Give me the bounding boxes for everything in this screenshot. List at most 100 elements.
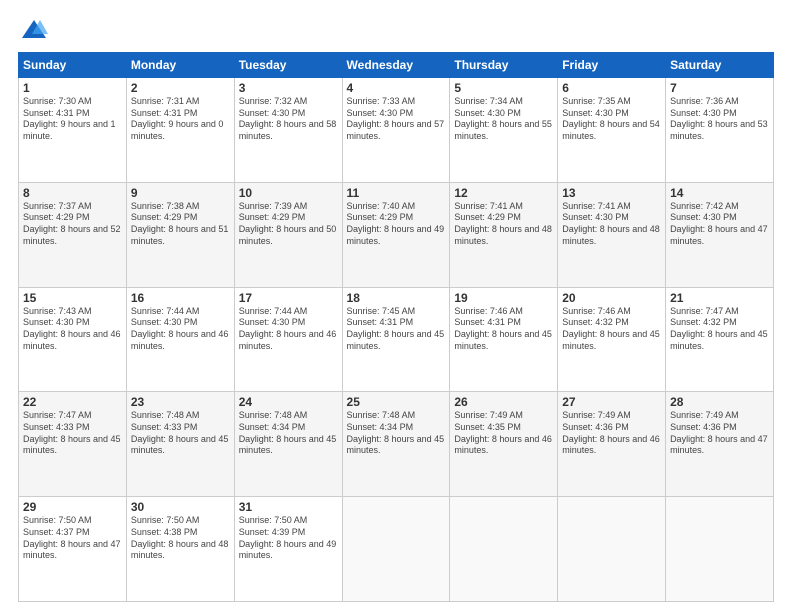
day-cell-23: 23 Sunrise: 7:48 AM Sunset: 4:33 PM Dayl… bbox=[126, 392, 234, 497]
empty-cell bbox=[342, 497, 450, 602]
weekday-header-row: SundayMondayTuesdayWednesdayThursdayFrid… bbox=[19, 53, 774, 78]
day-number: 2 bbox=[131, 81, 230, 95]
day-info: Sunrise: 7:34 AM Sunset: 4:30 PM Dayligh… bbox=[454, 96, 553, 143]
week-row-1: 1 Sunrise: 7:30 AM Sunset: 4:31 PM Dayli… bbox=[19, 78, 774, 183]
day-number: 12 bbox=[454, 186, 553, 200]
day-info: Sunrise: 7:47 AM Sunset: 4:33 PM Dayligh… bbox=[23, 410, 122, 457]
day-cell-3: 3 Sunrise: 7:32 AM Sunset: 4:30 PM Dayli… bbox=[234, 78, 342, 183]
weekday-thursday: Thursday bbox=[450, 53, 558, 78]
day-number: 31 bbox=[239, 500, 338, 514]
empty-cell bbox=[450, 497, 558, 602]
weekday-tuesday: Tuesday bbox=[234, 53, 342, 78]
day-info: Sunrise: 7:35 AM Sunset: 4:30 PM Dayligh… bbox=[562, 96, 661, 143]
day-cell-7: 7 Sunrise: 7:36 AM Sunset: 4:30 PM Dayli… bbox=[666, 78, 774, 183]
day-info: Sunrise: 7:36 AM Sunset: 4:30 PM Dayligh… bbox=[670, 96, 769, 143]
day-info: Sunrise: 7:32 AM Sunset: 4:30 PM Dayligh… bbox=[239, 96, 338, 143]
day-number: 9 bbox=[131, 186, 230, 200]
day-info: Sunrise: 7:49 AM Sunset: 4:36 PM Dayligh… bbox=[670, 410, 769, 457]
logo-icon bbox=[20, 16, 48, 44]
day-cell-25: 25 Sunrise: 7:48 AM Sunset: 4:34 PM Dayl… bbox=[342, 392, 450, 497]
calendar-table: SundayMondayTuesdayWednesdayThursdayFrid… bbox=[18, 52, 774, 602]
day-info: Sunrise: 7:33 AM Sunset: 4:30 PM Dayligh… bbox=[347, 96, 446, 143]
day-cell-16: 16 Sunrise: 7:44 AM Sunset: 4:30 PM Dayl… bbox=[126, 287, 234, 392]
day-number: 8 bbox=[23, 186, 122, 200]
day-info: Sunrise: 7:49 AM Sunset: 4:36 PM Dayligh… bbox=[562, 410, 661, 457]
day-number: 20 bbox=[562, 291, 661, 305]
day-info: Sunrise: 7:38 AM Sunset: 4:29 PM Dayligh… bbox=[131, 201, 230, 248]
day-number: 14 bbox=[670, 186, 769, 200]
day-number: 4 bbox=[347, 81, 446, 95]
day-cell-27: 27 Sunrise: 7:49 AM Sunset: 4:36 PM Dayl… bbox=[558, 392, 666, 497]
day-info: Sunrise: 7:44 AM Sunset: 4:30 PM Dayligh… bbox=[131, 306, 230, 353]
day-number: 10 bbox=[239, 186, 338, 200]
weekday-friday: Friday bbox=[558, 53, 666, 78]
day-cell-15: 15 Sunrise: 7:43 AM Sunset: 4:30 PM Dayl… bbox=[19, 287, 127, 392]
day-number: 23 bbox=[131, 395, 230, 409]
day-info: Sunrise: 7:50 AM Sunset: 4:37 PM Dayligh… bbox=[23, 515, 122, 562]
day-number: 17 bbox=[239, 291, 338, 305]
day-info: Sunrise: 7:43 AM Sunset: 4:30 PM Dayligh… bbox=[23, 306, 122, 353]
day-cell-29: 29 Sunrise: 7:50 AM Sunset: 4:37 PM Dayl… bbox=[19, 497, 127, 602]
day-info: Sunrise: 7:42 AM Sunset: 4:30 PM Dayligh… bbox=[670, 201, 769, 248]
day-info: Sunrise: 7:46 AM Sunset: 4:32 PM Dayligh… bbox=[562, 306, 661, 353]
day-cell-22: 22 Sunrise: 7:47 AM Sunset: 4:33 PM Dayl… bbox=[19, 392, 127, 497]
day-number: 15 bbox=[23, 291, 122, 305]
day-info: Sunrise: 7:31 AM Sunset: 4:31 PM Dayligh… bbox=[131, 96, 230, 143]
logo-area bbox=[18, 16, 48, 44]
day-cell-13: 13 Sunrise: 7:41 AM Sunset: 4:30 PM Dayl… bbox=[558, 182, 666, 287]
day-cell-31: 31 Sunrise: 7:50 AM Sunset: 4:39 PM Dayl… bbox=[234, 497, 342, 602]
day-number: 11 bbox=[347, 186, 446, 200]
day-number: 29 bbox=[23, 500, 122, 514]
day-info: Sunrise: 7:39 AM Sunset: 4:29 PM Dayligh… bbox=[239, 201, 338, 248]
day-number: 16 bbox=[131, 291, 230, 305]
day-number: 3 bbox=[239, 81, 338, 95]
day-info: Sunrise: 7:40 AM Sunset: 4:29 PM Dayligh… bbox=[347, 201, 446, 248]
day-cell-6: 6 Sunrise: 7:35 AM Sunset: 4:30 PM Dayli… bbox=[558, 78, 666, 183]
day-cell-14: 14 Sunrise: 7:42 AM Sunset: 4:30 PM Dayl… bbox=[666, 182, 774, 287]
day-number: 30 bbox=[131, 500, 230, 514]
day-cell-2: 2 Sunrise: 7:31 AM Sunset: 4:31 PM Dayli… bbox=[126, 78, 234, 183]
day-info: Sunrise: 7:46 AM Sunset: 4:31 PM Dayligh… bbox=[454, 306, 553, 353]
day-info: Sunrise: 7:50 AM Sunset: 4:38 PM Dayligh… bbox=[131, 515, 230, 562]
day-cell-8: 8 Sunrise: 7:37 AM Sunset: 4:29 PM Dayli… bbox=[19, 182, 127, 287]
day-cell-26: 26 Sunrise: 7:49 AM Sunset: 4:35 PM Dayl… bbox=[450, 392, 558, 497]
day-cell-4: 4 Sunrise: 7:33 AM Sunset: 4:30 PM Dayli… bbox=[342, 78, 450, 183]
day-cell-20: 20 Sunrise: 7:46 AM Sunset: 4:32 PM Dayl… bbox=[558, 287, 666, 392]
week-row-3: 15 Sunrise: 7:43 AM Sunset: 4:30 PM Dayl… bbox=[19, 287, 774, 392]
day-number: 7 bbox=[670, 81, 769, 95]
day-number: 22 bbox=[23, 395, 122, 409]
day-cell-10: 10 Sunrise: 7:39 AM Sunset: 4:29 PM Dayl… bbox=[234, 182, 342, 287]
empty-cell bbox=[666, 497, 774, 602]
day-info: Sunrise: 7:41 AM Sunset: 4:30 PM Dayligh… bbox=[562, 201, 661, 248]
weekday-saturday: Saturday bbox=[666, 53, 774, 78]
week-row-5: 29 Sunrise: 7:50 AM Sunset: 4:37 PM Dayl… bbox=[19, 497, 774, 602]
weekday-sunday: Sunday bbox=[19, 53, 127, 78]
day-cell-18: 18 Sunrise: 7:45 AM Sunset: 4:31 PM Dayl… bbox=[342, 287, 450, 392]
day-info: Sunrise: 7:30 AM Sunset: 4:31 PM Dayligh… bbox=[23, 96, 122, 143]
day-number: 13 bbox=[562, 186, 661, 200]
week-row-2: 8 Sunrise: 7:37 AM Sunset: 4:29 PM Dayli… bbox=[19, 182, 774, 287]
day-number: 18 bbox=[347, 291, 446, 305]
day-cell-9: 9 Sunrise: 7:38 AM Sunset: 4:29 PM Dayli… bbox=[126, 182, 234, 287]
page: SundayMondayTuesdayWednesdayThursdayFrid… bbox=[0, 0, 792, 612]
day-cell-1: 1 Sunrise: 7:30 AM Sunset: 4:31 PM Dayli… bbox=[19, 78, 127, 183]
day-info: Sunrise: 7:50 AM Sunset: 4:39 PM Dayligh… bbox=[239, 515, 338, 562]
day-info: Sunrise: 7:48 AM Sunset: 4:34 PM Dayligh… bbox=[347, 410, 446, 457]
day-info: Sunrise: 7:37 AM Sunset: 4:29 PM Dayligh… bbox=[23, 201, 122, 248]
day-cell-28: 28 Sunrise: 7:49 AM Sunset: 4:36 PM Dayl… bbox=[666, 392, 774, 497]
day-info: Sunrise: 7:44 AM Sunset: 4:30 PM Dayligh… bbox=[239, 306, 338, 353]
day-number: 1 bbox=[23, 81, 122, 95]
day-number: 28 bbox=[670, 395, 769, 409]
day-cell-12: 12 Sunrise: 7:41 AM Sunset: 4:29 PM Dayl… bbox=[450, 182, 558, 287]
weekday-monday: Monday bbox=[126, 53, 234, 78]
day-cell-24: 24 Sunrise: 7:48 AM Sunset: 4:34 PM Dayl… bbox=[234, 392, 342, 497]
day-number: 6 bbox=[562, 81, 661, 95]
weekday-wednesday: Wednesday bbox=[342, 53, 450, 78]
empty-cell bbox=[558, 497, 666, 602]
week-row-4: 22 Sunrise: 7:47 AM Sunset: 4:33 PM Dayl… bbox=[19, 392, 774, 497]
header bbox=[18, 16, 774, 44]
day-number: 24 bbox=[239, 395, 338, 409]
day-info: Sunrise: 7:49 AM Sunset: 4:35 PM Dayligh… bbox=[454, 410, 553, 457]
day-cell-11: 11 Sunrise: 7:40 AM Sunset: 4:29 PM Dayl… bbox=[342, 182, 450, 287]
day-number: 21 bbox=[670, 291, 769, 305]
